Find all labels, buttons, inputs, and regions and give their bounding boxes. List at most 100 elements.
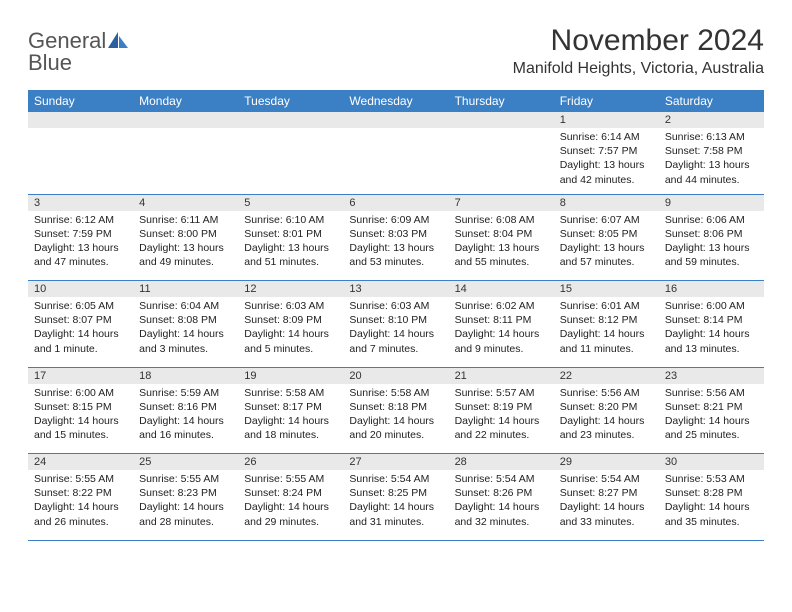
day-cell bbox=[133, 128, 238, 194]
sunrise-line: Sunrise: 6:08 AM bbox=[455, 213, 548, 227]
day-cell: Sunrise: 5:58 AMSunset: 8:18 PMDaylight:… bbox=[343, 384, 448, 454]
sunset-line: Sunset: 8:14 PM bbox=[665, 313, 758, 327]
day-cell: Sunrise: 6:08 AMSunset: 8:04 PMDaylight:… bbox=[449, 211, 554, 281]
daylight-line: Daylight: 14 hours and 11 minutes. bbox=[560, 327, 653, 355]
sunset-line: Sunset: 8:00 PM bbox=[139, 227, 232, 241]
calendar-table: SundayMondayTuesdayWednesdayThursdayFrid… bbox=[28, 90, 764, 541]
day-cell: Sunrise: 5:56 AMSunset: 8:20 PMDaylight:… bbox=[554, 384, 659, 454]
daylight-line: Daylight: 13 hours and 55 minutes. bbox=[455, 241, 548, 269]
sunrise-line: Sunrise: 6:04 AM bbox=[139, 299, 232, 313]
daylight-line: Daylight: 14 hours and 3 minutes. bbox=[139, 327, 232, 355]
sunset-line: Sunset: 8:15 PM bbox=[34, 400, 127, 414]
sunset-line: Sunset: 8:04 PM bbox=[455, 227, 548, 241]
sunrise-line: Sunrise: 6:00 AM bbox=[34, 386, 127, 400]
day-number: 10 bbox=[28, 281, 133, 298]
day-number bbox=[28, 112, 133, 128]
day-number: 4 bbox=[133, 194, 238, 211]
day-cell: Sunrise: 6:05 AMSunset: 8:07 PMDaylight:… bbox=[28, 297, 133, 367]
day-cell: Sunrise: 6:03 AMSunset: 8:09 PMDaylight:… bbox=[238, 297, 343, 367]
day-cell: Sunrise: 6:14 AMSunset: 7:57 PMDaylight:… bbox=[554, 128, 659, 194]
daylight-line: Daylight: 14 hours and 7 minutes. bbox=[349, 327, 442, 355]
sunset-line: Sunset: 8:08 PM bbox=[139, 313, 232, 327]
day-number: 21 bbox=[449, 367, 554, 384]
sunset-line: Sunset: 8:11 PM bbox=[455, 313, 548, 327]
sunset-line: Sunset: 8:22 PM bbox=[34, 486, 127, 500]
day-cell: Sunrise: 6:07 AMSunset: 8:05 PMDaylight:… bbox=[554, 211, 659, 281]
day-cell: Sunrise: 5:54 AMSunset: 8:27 PMDaylight:… bbox=[554, 470, 659, 540]
daylight-line: Daylight: 14 hours and 32 minutes. bbox=[455, 500, 548, 528]
daylight-line: Daylight: 14 hours and 29 minutes. bbox=[244, 500, 337, 528]
sunrise-line: Sunrise: 5:53 AM bbox=[665, 472, 758, 486]
sunset-line: Sunset: 8:18 PM bbox=[349, 400, 442, 414]
day-cell: Sunrise: 6:11 AMSunset: 8:00 PMDaylight:… bbox=[133, 211, 238, 281]
day-number: 17 bbox=[28, 367, 133, 384]
daylight-line: Daylight: 14 hours and 26 minutes. bbox=[34, 500, 127, 528]
day-header: Sunday bbox=[28, 90, 133, 112]
day-number: 13 bbox=[343, 281, 448, 298]
day-number: 24 bbox=[28, 454, 133, 471]
day-number: 2 bbox=[659, 112, 764, 128]
sunrise-line: Sunrise: 5:58 AM bbox=[244, 386, 337, 400]
daylight-line: Daylight: 14 hours and 15 minutes. bbox=[34, 414, 127, 442]
day-number: 5 bbox=[238, 194, 343, 211]
logo: General Blue bbox=[28, 24, 128, 74]
day-number: 30 bbox=[659, 454, 764, 471]
day-cell bbox=[238, 128, 343, 194]
day-cell: Sunrise: 5:56 AMSunset: 8:21 PMDaylight:… bbox=[659, 384, 764, 454]
daylight-line: Daylight: 13 hours and 57 minutes. bbox=[560, 241, 653, 269]
sunset-line: Sunset: 8:16 PM bbox=[139, 400, 232, 414]
daylight-line: Daylight: 14 hours and 20 minutes. bbox=[349, 414, 442, 442]
day-header: Thursday bbox=[449, 90, 554, 112]
sunset-line: Sunset: 8:06 PM bbox=[665, 227, 758, 241]
day-cell: Sunrise: 6:10 AMSunset: 8:01 PMDaylight:… bbox=[238, 211, 343, 281]
daylight-line: Daylight: 14 hours and 13 minutes. bbox=[665, 327, 758, 355]
sunset-line: Sunset: 8:17 PM bbox=[244, 400, 337, 414]
sunrise-line: Sunrise: 6:01 AM bbox=[560, 299, 653, 313]
sunset-line: Sunset: 8:19 PM bbox=[455, 400, 548, 414]
day-cell: Sunrise: 6:06 AMSunset: 8:06 PMDaylight:… bbox=[659, 211, 764, 281]
sunset-line: Sunset: 8:12 PM bbox=[560, 313, 653, 327]
sunset-line: Sunset: 8:21 PM bbox=[665, 400, 758, 414]
sunset-line: Sunset: 8:20 PM bbox=[560, 400, 653, 414]
daylight-line: Daylight: 13 hours and 42 minutes. bbox=[560, 158, 653, 186]
day-header: Wednesday bbox=[343, 90, 448, 112]
header: General Blue November 2024 Manifold Heig… bbox=[28, 24, 764, 78]
sunset-line: Sunset: 8:07 PM bbox=[34, 313, 127, 327]
day-cell: Sunrise: 6:01 AMSunset: 8:12 PMDaylight:… bbox=[554, 297, 659, 367]
sunset-line: Sunset: 7:58 PM bbox=[665, 144, 758, 158]
day-cell: Sunrise: 5:57 AMSunset: 8:19 PMDaylight:… bbox=[449, 384, 554, 454]
day-cell: Sunrise: 5:58 AMSunset: 8:17 PMDaylight:… bbox=[238, 384, 343, 454]
sunrise-line: Sunrise: 6:03 AM bbox=[349, 299, 442, 313]
month-title: November 2024 bbox=[513, 24, 764, 58]
sunrise-line: Sunrise: 5:54 AM bbox=[349, 472, 442, 486]
day-cell: Sunrise: 5:59 AMSunset: 8:16 PMDaylight:… bbox=[133, 384, 238, 454]
day-cell: Sunrise: 6:00 AMSunset: 8:15 PMDaylight:… bbox=[28, 384, 133, 454]
day-cell: Sunrise: 6:12 AMSunset: 7:59 PMDaylight:… bbox=[28, 211, 133, 281]
day-number: 3 bbox=[28, 194, 133, 211]
day-cell: Sunrise: 5:55 AMSunset: 8:23 PMDaylight:… bbox=[133, 470, 238, 540]
daylight-line: Daylight: 13 hours and 47 minutes. bbox=[34, 241, 127, 269]
daylight-line: Daylight: 14 hours and 31 minutes. bbox=[349, 500, 442, 528]
sunrise-line: Sunrise: 5:55 AM bbox=[34, 472, 127, 486]
day-number: 27 bbox=[343, 454, 448, 471]
daylight-line: Daylight: 14 hours and 22 minutes. bbox=[455, 414, 548, 442]
sunset-line: Sunset: 8:03 PM bbox=[349, 227, 442, 241]
day-cell: Sunrise: 5:55 AMSunset: 8:22 PMDaylight:… bbox=[28, 470, 133, 540]
daylight-line: Daylight: 14 hours and 1 minute. bbox=[34, 327, 127, 355]
daylight-line: Daylight: 14 hours and 33 minutes. bbox=[560, 500, 653, 528]
daylight-line: Daylight: 13 hours and 49 minutes. bbox=[139, 241, 232, 269]
day-number: 18 bbox=[133, 367, 238, 384]
day-number: 9 bbox=[659, 194, 764, 211]
day-cell: Sunrise: 6:04 AMSunset: 8:08 PMDaylight:… bbox=[133, 297, 238, 367]
sunset-line: Sunset: 7:57 PM bbox=[560, 144, 653, 158]
day-header: Saturday bbox=[659, 90, 764, 112]
day-number: 26 bbox=[238, 454, 343, 471]
daylight-line: Daylight: 14 hours and 28 minutes. bbox=[139, 500, 232, 528]
day-number: 1 bbox=[554, 112, 659, 128]
sunrise-line: Sunrise: 6:09 AM bbox=[349, 213, 442, 227]
sunrise-line: Sunrise: 5:56 AM bbox=[560, 386, 653, 400]
sunset-line: Sunset: 8:10 PM bbox=[349, 313, 442, 327]
day-cell: Sunrise: 5:54 AMSunset: 8:25 PMDaylight:… bbox=[343, 470, 448, 540]
day-header: Friday bbox=[554, 90, 659, 112]
day-number: 15 bbox=[554, 281, 659, 298]
